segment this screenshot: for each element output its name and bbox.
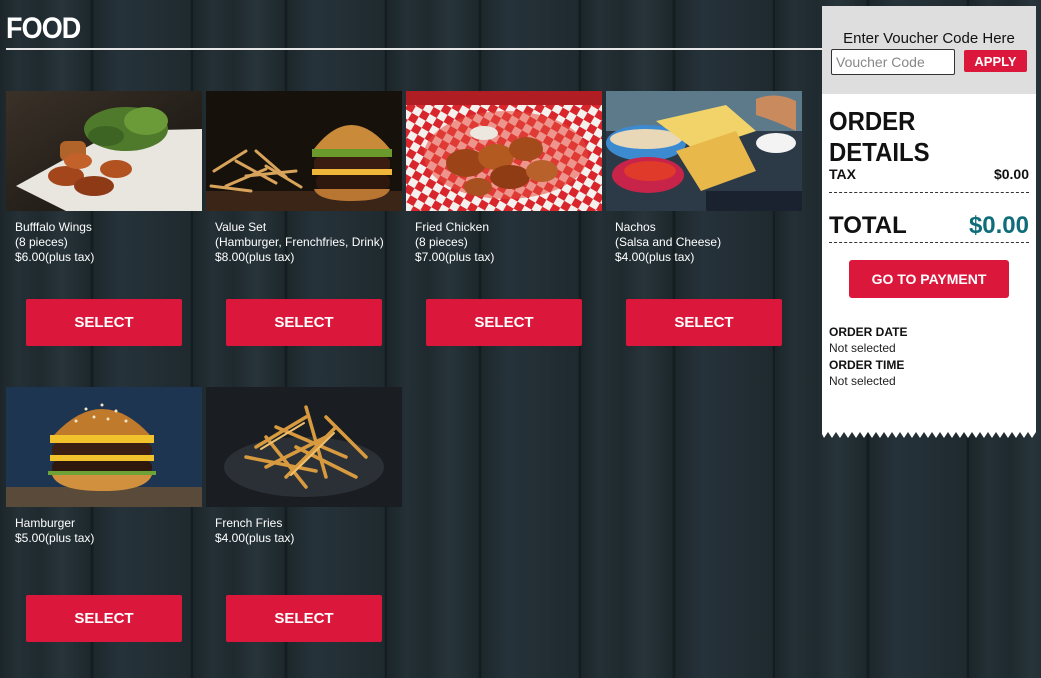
value-set-photo <box>206 91 402 211</box>
menu-card-buffalo-wings: Bufffalo Wings (8 pieces) $6.00(plus tax… <box>6 91 202 346</box>
item-description: (Hamburger, Frenchfries, Drink) <box>215 235 384 249</box>
order-date-label: ORDER DATE <box>829 325 908 339</box>
select-button[interactable]: SELECT <box>26 299 182 346</box>
item-name: Value Set <box>215 220 267 234</box>
select-button[interactable]: SELECT <box>226 595 382 642</box>
select-button[interactable]: SELECT <box>626 299 782 346</box>
menu-card-fried-chicken: Fried Chicken (8 pieces) $7.00(plus tax)… <box>406 91 602 346</box>
order-date-value: Not selected <box>829 341 896 355</box>
order-panel: Enter Voucher Code Here APPLY ORDER DETA… <box>822 6 1036 438</box>
divider <box>829 192 1029 193</box>
tax-value: $0.00 <box>993 166 1029 182</box>
receipt-torn-edge <box>822 430 1036 438</box>
french-fries-photo <box>206 387 402 507</box>
menu-card-hamburger: Hamburger $5.00(plus tax) SELECT <box>6 387 202 642</box>
menu-card-nachos: Nachos (Salsa and Cheese) $4.00(plus tax… <box>606 91 802 346</box>
section-title: FOOD <box>6 12 81 45</box>
tax-row: TAX $0.00 <box>829 166 1029 182</box>
order-details-title: ORDER DETAILS <box>829 106 930 167</box>
select-button[interactable]: SELECT <box>226 299 382 346</box>
item-name: French Fries <box>215 516 283 530</box>
voucher-label: Enter Voucher Code Here <box>843 30 1015 47</box>
item-price: $7.00(plus tax) <box>415 250 495 264</box>
item-name: Hamburger <box>15 516 76 530</box>
item-name: Bufffalo Wings <box>15 220 92 234</box>
nachos-photo <box>606 91 802 211</box>
title-divider <box>6 48 822 50</box>
tax-label: TAX <box>829 166 856 182</box>
item-price: $6.00(plus tax) <box>15 250 95 264</box>
hamburger-photo <box>6 387 202 507</box>
item-name: Nachos <box>615 220 656 234</box>
item-description: (Salsa and Cheese) <box>615 235 722 249</box>
buffalo-wings-photo <box>6 91 202 211</box>
item-name: Fried Chicken <box>415 220 490 234</box>
item-price: $5.00(plus tax) <box>15 531 95 545</box>
item-description: (8 pieces) <box>415 235 468 249</box>
menu-card-french-fries: French Fries $4.00(plus tax) SELECT <box>206 387 402 642</box>
voucher-code-input[interactable] <box>831 49 955 75</box>
item-price: $8.00(plus tax) <box>215 250 295 264</box>
order-time-label: ORDER TIME <box>829 358 905 372</box>
order-time-value: Not selected <box>829 374 896 388</box>
item-price: $4.00(plus tax) <box>615 250 695 264</box>
divider <box>829 242 1029 243</box>
item-description: (8 pieces) <box>15 235 68 249</box>
go-to-payment-button[interactable]: GO TO PAYMENT <box>849 260 1009 298</box>
item-price: $4.00(plus tax) <box>215 531 295 545</box>
total-value: $0.00 <box>968 212 1029 239</box>
total-label: TOTAL <box>829 212 907 239</box>
total-row: TOTAL $0.00 <box>829 212 1029 240</box>
select-button[interactable]: SELECT <box>26 595 182 642</box>
menu-card-value-set: Value Set (Hamburger, Frenchfries, Drink… <box>206 91 402 346</box>
select-button[interactable]: SELECT <box>426 299 582 346</box>
apply-voucher-button[interactable]: APPLY <box>964 50 1027 72</box>
fried-chicken-photo <box>406 91 602 211</box>
